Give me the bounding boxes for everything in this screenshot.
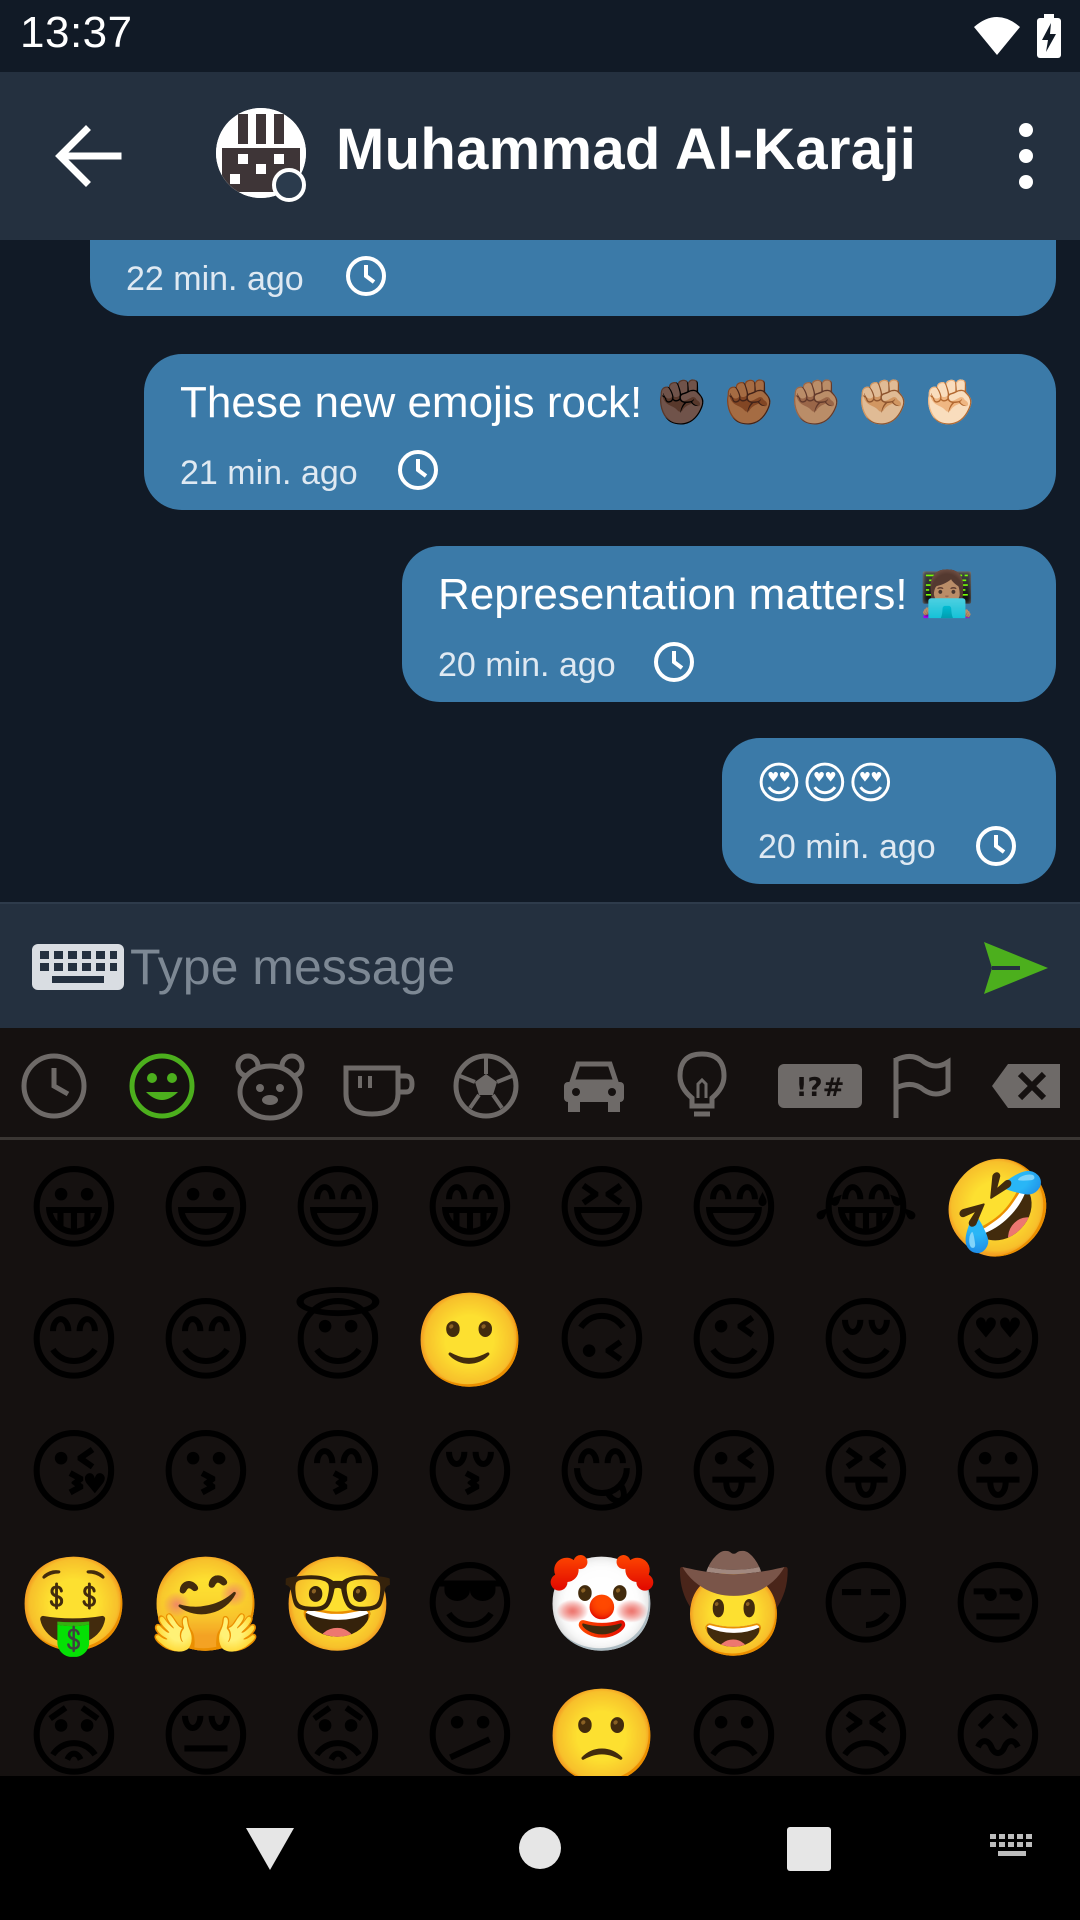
lightbulb-icon[interactable] — [664, 1048, 740, 1124]
car-icon[interactable] — [556, 1048, 632, 1124]
emoji-key[interactable]: 🤓 — [272, 1539, 404, 1671]
emoji-key[interactable]: 😒 — [932, 1539, 1064, 1671]
compose-bar — [0, 902, 1080, 1028]
nav-home-icon[interactable] — [518, 1826, 562, 1870]
message-text: 😍😍😍 — [756, 759, 894, 808]
emoji-key[interactable]: 😗 — [140, 1407, 272, 1539]
emoji-key[interactable]: 🤣 — [932, 1143, 1064, 1275]
emoji-key[interactable]: 😀 — [8, 1143, 140, 1275]
emoji-key[interactable]: 😟 — [8, 1671, 140, 1776]
clock-icon — [398, 450, 438, 490]
status-time: 13:37 — [20, 8, 133, 57]
emoji-key[interactable]: 😂 — [800, 1143, 932, 1275]
message-time: 20 min. ago — [758, 828, 936, 866]
flag-icon[interactable] — [882, 1048, 958, 1124]
emoji-key[interactable]: 😛 — [932, 1407, 1064, 1539]
smiley-icon[interactable] — [124, 1048, 200, 1124]
emoji-key[interactable]: 😘 — [8, 1407, 140, 1539]
battery-charging-icon — [1037, 14, 1061, 58]
clock-icon[interactable] — [16, 1048, 92, 1124]
emoji-key[interactable]: 🤗 — [140, 1539, 272, 1671]
emoji-key[interactable]: 😟 — [272, 1671, 404, 1776]
message-input[interactable] — [130, 924, 930, 1010]
wifi-icon — [974, 17, 1020, 55]
emoji-key[interactable]: 😁 — [404, 1143, 536, 1275]
emoji-key[interactable]: 😍 — [932, 1275, 1064, 1407]
message-list[interactable]: 22 min. ago These new emojis rock! ✊🏿 ✊🏾… — [0, 240, 1080, 902]
cup-icon[interactable] — [340, 1048, 416, 1124]
back-arrow-icon[interactable] — [52, 122, 124, 190]
emoji-key[interactable]: 😇 — [272, 1275, 404, 1407]
emoji-key[interactable]: 😕 — [404, 1671, 536, 1776]
backspace-icon[interactable] — [990, 1048, 1064, 1124]
emoji-keyboard: !?# 😀 😃 😄 😁 😆 😅 😂 🤣 😊 😊 😇 🙂 🙃 😉 😌 😍 😘 😗 😙 😚 😋 😜 😝 😛 🤑 🤗 🤓 😎 🤡 🤠 😏 😒 😟 😔 😟 😕… — [0, 1028, 1080, 1776]
emoji-key[interactable]: 🤑 — [8, 1539, 140, 1671]
svg-text:!?#: !?# — [796, 1073, 845, 1103]
emoji-key[interactable]: 😌 — [800, 1275, 932, 1407]
emoji-key[interactable]: 🙂 — [404, 1275, 536, 1407]
clock-icon — [346, 256, 386, 296]
more-vert-icon[interactable] — [1006, 116, 1046, 196]
soccer-ball-icon[interactable] — [448, 1048, 524, 1124]
emoji-key[interactable]: 😋 — [536, 1407, 668, 1539]
emoji-key[interactable]: 😎 — [404, 1539, 536, 1671]
emoji-key[interactable]: 😣 — [800, 1671, 932, 1776]
emoji-key[interactable]: 🤡 — [536, 1539, 668, 1671]
emoji-key[interactable]: 😄 — [272, 1143, 404, 1275]
contact-name[interactable]: Muhammad Al-Karaji — [336, 116, 916, 183]
nav-back-icon[interactable] — [244, 1826, 296, 1872]
keyboard-icon[interactable] — [30, 942, 126, 992]
emoji-key[interactable]: 🙃 — [536, 1275, 668, 1407]
emoji-category-bar: !?# — [0, 1028, 1080, 1140]
message-text: These new emojis rock! ✊🏿 ✊🏾 ✊🏽 ✊🏼 ✊🏻 — [180, 378, 978, 427]
toolbar: Muhammad Al-Karaji — [0, 72, 1080, 240]
clock-icon — [976, 826, 1016, 866]
clock-icon — [654, 642, 694, 682]
emoji-key[interactable]: 😙 — [272, 1407, 404, 1539]
emoji-key[interactable]: 😔 — [140, 1671, 272, 1776]
emoji-key[interactable]: 😅 — [668, 1143, 800, 1275]
emoji-key[interactable]: 😜 — [668, 1407, 800, 1539]
emoji-key[interactable]: 😖 — [932, 1671, 1064, 1776]
emoji-key[interactable]: 😊 — [8, 1275, 140, 1407]
message-time: 22 min. ago — [126, 260, 304, 298]
screen: 13:37 Muhammad Al-Karaji 22 min. ago The… — [0, 0, 1080, 1920]
keyboard-switch-icon[interactable] — [988, 1832, 1036, 1862]
emoji-key[interactable]: 😊 — [140, 1275, 272, 1407]
emoji-key[interactable]: 😏 — [800, 1539, 932, 1671]
emoji-key[interactable]: ☹ — [668, 1671, 800, 1776]
send-icon[interactable] — [980, 938, 1052, 998]
nav-recents-icon[interactable] — [786, 1826, 832, 1872]
navigation-bar — [0, 1776, 1080, 1920]
avatar-status-dot — [272, 168, 306, 202]
emoji-key[interactable]: 😆 — [536, 1143, 668, 1275]
status-icons — [972, 12, 1062, 60]
message-bubble[interactable]: 😍😍😍 20 min. ago — [722, 738, 1056, 884]
emoji-key[interactable]: 🙁 — [536, 1671, 668, 1776]
emoji-key[interactable]: 😉 — [668, 1275, 800, 1407]
emoji-key[interactable]: 😚 — [404, 1407, 536, 1539]
bear-icon[interactable] — [232, 1048, 308, 1124]
symbols-icon[interactable]: !?# — [774, 1048, 866, 1124]
emoji-key[interactable]: 🤠 — [668, 1539, 800, 1671]
emoji-key[interactable]: 😝 — [800, 1407, 932, 1539]
emoji-grid: 😀 😃 😄 😁 😆 😅 😂 🤣 😊 😊 😇 🙂 🙃 😉 😌 😍 😘 😗 😙 😚 😋 😜 😝 😛 🤑 🤗 🤓 😎 🤡 🤠 😏 😒 😟 😔 😟 😕 🙁 ☹ 😣 😖 — [0, 1143, 1080, 1776]
message-bubble[interactable]: Representation matters! 👩🏽‍💻 20 min. ago — [402, 546, 1056, 702]
message-time: 21 min. ago — [180, 454, 358, 492]
message-bubble[interactable]: 22 min. ago — [90, 240, 1056, 316]
emoji-key[interactable]: 😃 — [140, 1143, 272, 1275]
message-time: 20 min. ago — [438, 646, 616, 684]
status-bar: 13:37 — [0, 0, 1080, 72]
message-text: Representation matters! 👩🏽‍💻 — [438, 570, 975, 619]
message-bubble[interactable]: These new emojis rock! ✊🏿 ✊🏾 ✊🏽 ✊🏼 ✊🏻 21… — [144, 354, 1056, 510]
